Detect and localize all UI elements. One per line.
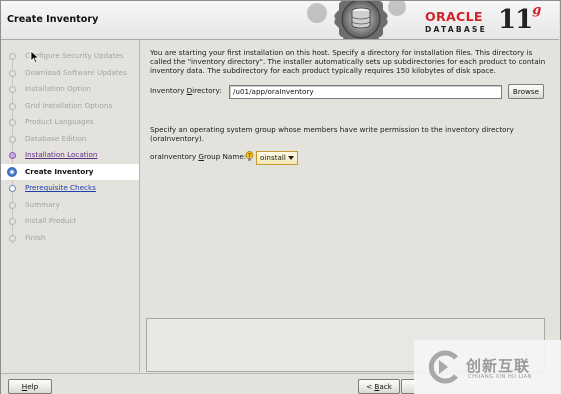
step-label: Summary bbox=[25, 199, 60, 209]
watermark-subtext: CHUANG XIN HU LIAN bbox=[468, 374, 532, 380]
step-label: Install Product bbox=[25, 216, 77, 225]
step-indicator-icon bbox=[9, 119, 16, 126]
step-label: Download Software Updates bbox=[25, 67, 127, 77]
help-bulb-icon[interactable]: ? bbox=[245, 151, 254, 162]
step-label: Installation Location bbox=[25, 150, 98, 159]
inventory-directory-label: Inventory Directory: bbox=[150, 86, 222, 95]
gears-graphic-icon bbox=[307, 1, 406, 39]
version-badge: 11g bbox=[498, 3, 541, 35]
watermark-logo-icon bbox=[428, 350, 458, 384]
step-indicator-icon bbox=[9, 53, 16, 60]
group-name-label: oraInventory Group Name: bbox=[150, 152, 247, 161]
chevron-down-icon bbox=[288, 156, 294, 160]
step-indicator-icon bbox=[9, 201, 16, 209]
step-item-prerequisite-checks[interactable]: Prerequisite Checks bbox=[1, 180, 139, 196]
step-label: Product Languages bbox=[25, 117, 94, 126]
step-label: Prerequisite Checks bbox=[25, 183, 96, 192]
step-item-product-languages: Product Languages bbox=[1, 114, 139, 130]
svg-text:?: ? bbox=[248, 153, 251, 159]
version-number: 11 bbox=[498, 5, 533, 35]
step-indicator-icon bbox=[9, 86, 16, 93]
intro-text: You are starting your first installation… bbox=[150, 48, 546, 75]
inventory-directory-input[interactable]: /u01/app/oraInventory bbox=[229, 85, 502, 99]
browse-button[interactable]: Browse bbox=[508, 84, 544, 99]
step-label: Grid Installation Options bbox=[25, 100, 113, 110]
page-title: Create Inventory bbox=[7, 14, 99, 25]
step-label: Installation Option bbox=[25, 84, 92, 93]
step-item-install-product: Install Product bbox=[1, 213, 139, 229]
step-item-configure-security-updates: Configure Security Updates bbox=[1, 48, 139, 64]
step-item-installation-location[interactable]: Installation Location bbox=[1, 147, 139, 163]
help-button[interactable]: Help bbox=[8, 379, 52, 394]
step-item-grid-installation-options: Grid Installation Options bbox=[1, 98, 139, 114]
step-indicator-icon bbox=[9, 69, 16, 77]
step-indicator-icon bbox=[9, 234, 16, 242]
step-indicator-icon bbox=[9, 135, 16, 143]
main-panel: You are starting your first installation… bbox=[141, 40, 558, 372]
product-name: DATABASE bbox=[425, 25, 487, 34]
step-item-download-software-updates: Download Software Updates bbox=[1, 65, 139, 81]
step-item-installation-option: Installation Option bbox=[1, 81, 139, 97]
step-indicator-icon bbox=[9, 218, 16, 225]
watermark-text: 创新互联 bbox=[466, 357, 531, 375]
back-button[interactable]: < Back bbox=[358, 379, 400, 394]
step-item-finish: Finish bbox=[1, 230, 139, 246]
group-name-value: oinstall bbox=[260, 153, 286, 162]
oracle-logo: ORACLE bbox=[425, 9, 483, 24]
step-item-summary: Summary bbox=[1, 197, 139, 213]
step-item-create-inventory: Create Inventory bbox=[1, 163, 139, 180]
step-label: Database Edition bbox=[25, 133, 87, 143]
step-navigation: Configure Security Updates Download Softw… bbox=[1, 40, 140, 372]
step-indicator-icon bbox=[9, 102, 16, 110]
step-indicator-icon bbox=[9, 152, 16, 159]
group-name-select[interactable]: oinstall bbox=[256, 151, 298, 165]
mouse-cursor-icon bbox=[30, 50, 40, 64]
watermark-overlay: 创新互联 CHUANG XIN HU LIAN bbox=[414, 340, 561, 394]
version-suffix: g bbox=[532, 3, 541, 19]
step-label: Create Inventory bbox=[25, 166, 94, 176]
step-indicator-icon bbox=[9, 185, 16, 192]
step-indicator-icon bbox=[7, 166, 17, 177]
step-label: Finish bbox=[25, 232, 46, 242]
header-banner: Create Inventory ORACLE DATABASE 11g bbox=[1, 1, 559, 40]
group-description: Specify an operating system group whose … bbox=[150, 125, 514, 143]
step-item-database-edition: Database Edition bbox=[1, 131, 139, 147]
